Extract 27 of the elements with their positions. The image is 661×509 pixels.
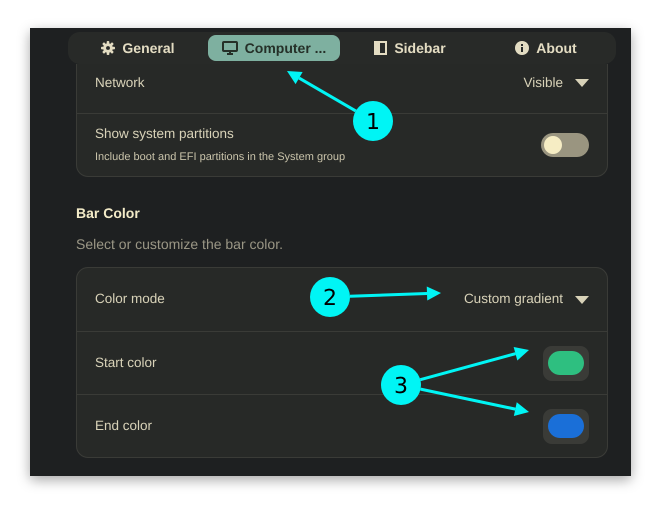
color-button[interactable]	[543, 408, 589, 444]
dropdown[interactable]: Visible	[523, 73, 589, 94]
setting-label: Color mode	[95, 290, 165, 308]
tab[interactable]: Computer ...	[208, 35, 340, 61]
tab[interactable]: Sidebar	[344, 35, 476, 61]
callout-marker: 2	[310, 277, 350, 317]
toggle-switch[interactable]	[541, 133, 589, 157]
monitor-icon	[222, 41, 238, 55]
arrow	[287, 71, 356, 112]
settings-icon	[101, 41, 116, 55]
setting-label: Start color	[95, 354, 157, 372]
setting-description: Include boot and EFI partitions in the System group	[95, 150, 346, 166]
info-icon	[515, 41, 530, 55]
caret-icon	[575, 79, 589, 88]
dropdown[interactable]: Custom gradient	[464, 289, 589, 310]
sidebar-icon	[374, 41, 388, 55]
callout-marker: 3	[381, 365, 421, 405]
setting-label: Show system partitions	[95, 125, 235, 144]
tab[interactable]: General	[72, 35, 204, 61]
caret-icon	[575, 296, 589, 304]
tab[interactable]: About	[480, 35, 612, 61]
setting-label: Network	[95, 74, 145, 92]
color-button[interactable]	[543, 346, 589, 380]
section-title: Bar Color	[76, 204, 141, 223]
setting-label: End color	[95, 416, 152, 435]
callout-marker: 1	[353, 101, 393, 141]
section-subtitle: Select or customize the bar color.	[76, 235, 284, 254]
